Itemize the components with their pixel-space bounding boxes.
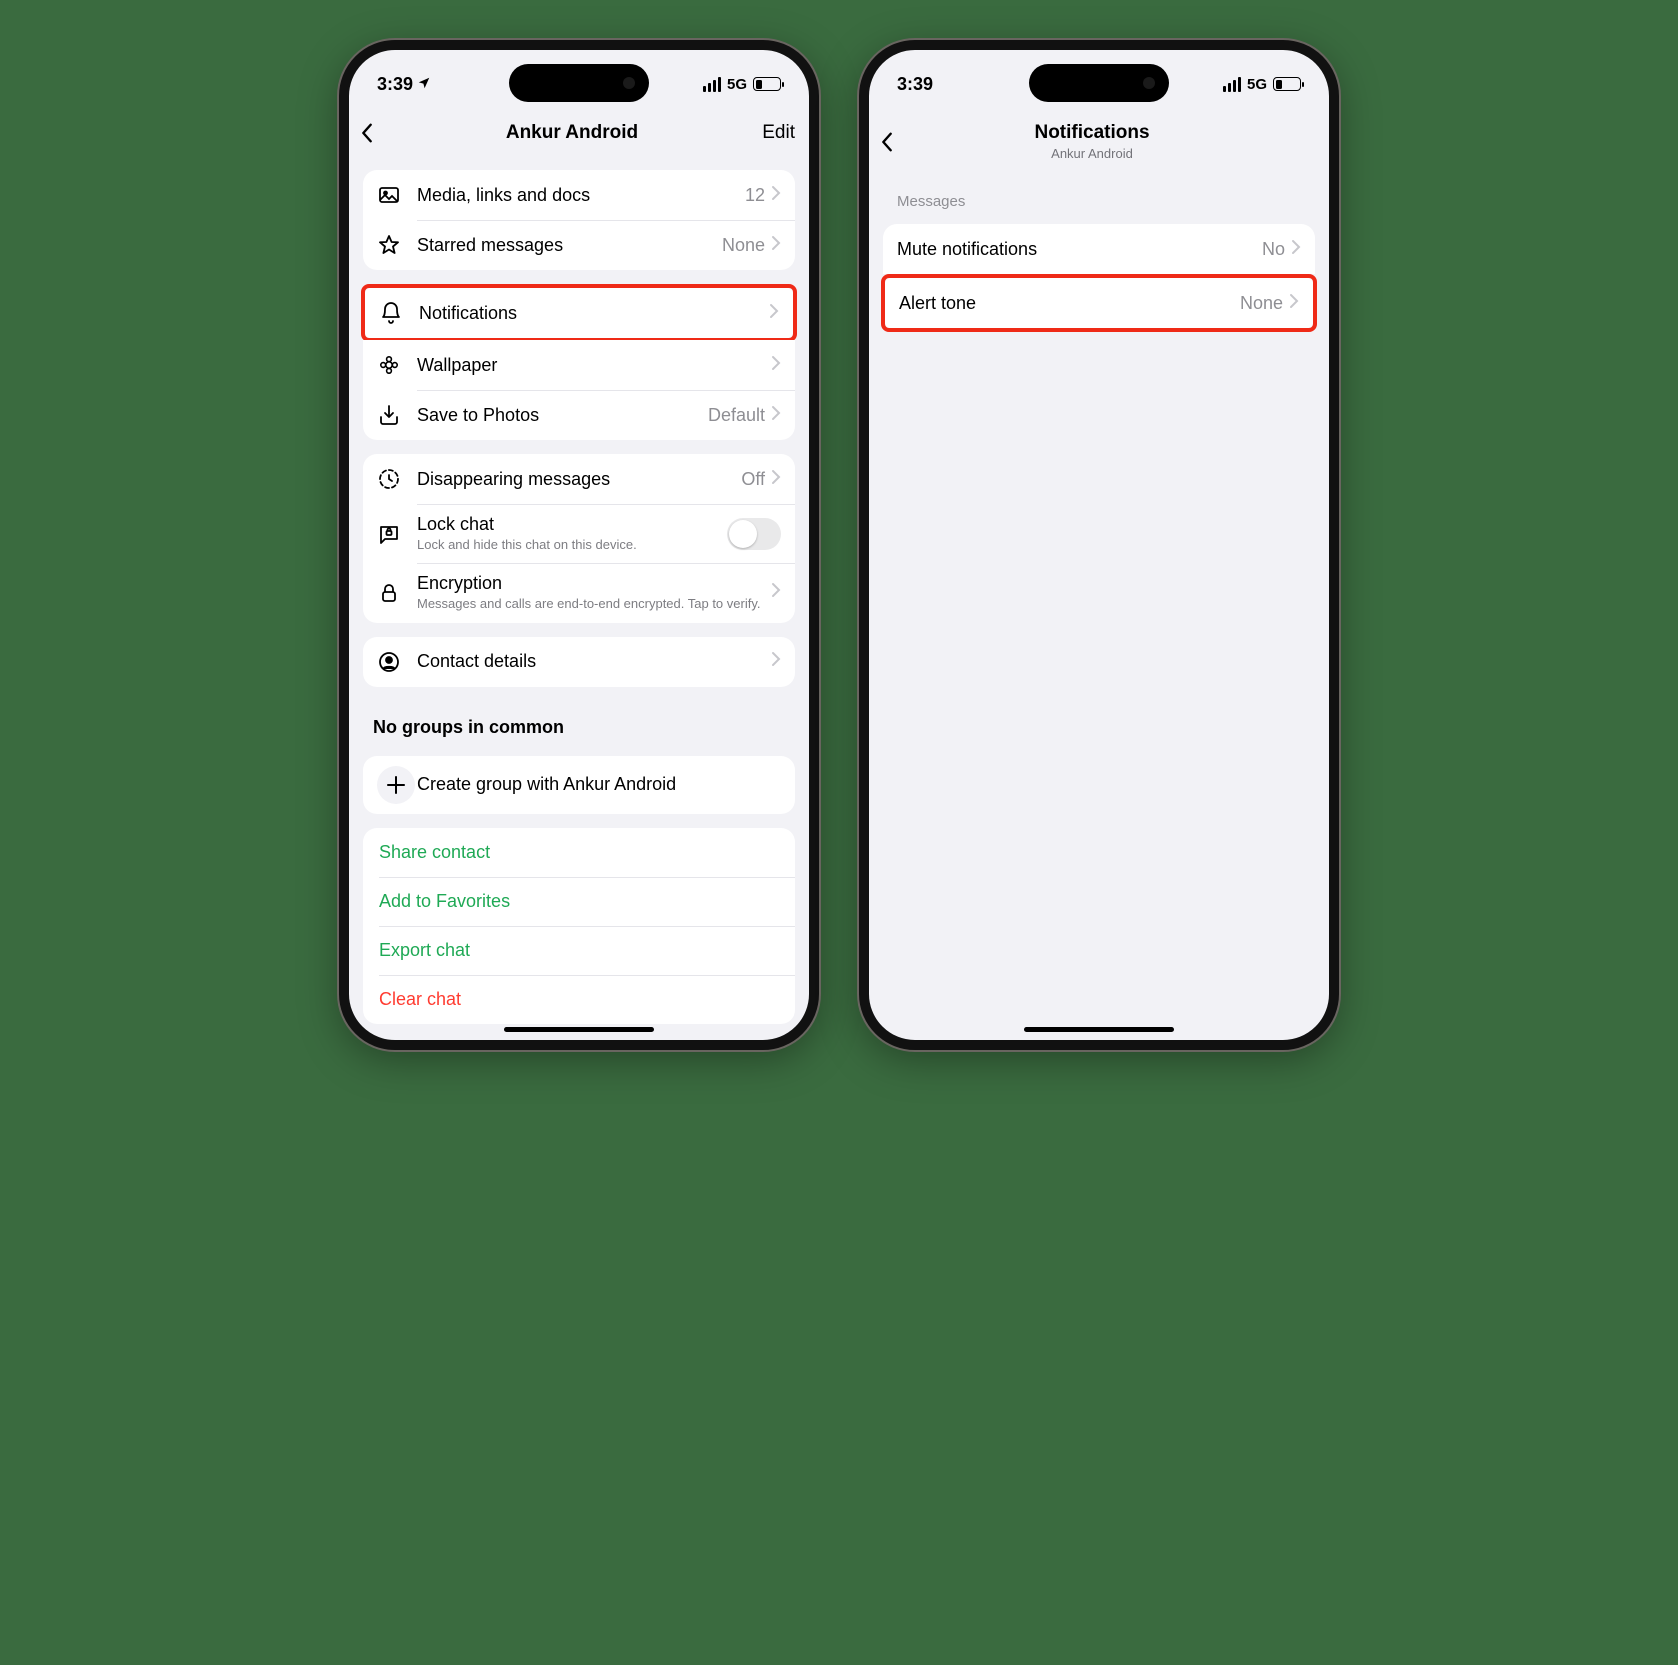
signal-icon bbox=[703, 77, 721, 92]
section-contact: Contact details bbox=[363, 637, 795, 687]
row-encryption[interactable]: Encryption Messages and calls are end-to… bbox=[363, 563, 795, 622]
row-label: Wallpaper bbox=[417, 355, 771, 376]
lock-chat-toggle[interactable] bbox=[727, 518, 781, 550]
chevron-right-icon bbox=[1291, 239, 1301, 260]
image-icon bbox=[377, 183, 417, 207]
dynamic-island bbox=[509, 64, 649, 102]
row-value: Default bbox=[708, 405, 765, 426]
row-notifications[interactable]: Notifications bbox=[365, 288, 793, 338]
contact-icon bbox=[377, 650, 417, 674]
row-subtitle: Messages and calls are end-to-end encryp… bbox=[417, 596, 771, 612]
highlight-notifications: Notifications bbox=[361, 284, 797, 342]
row-value: No bbox=[1262, 239, 1285, 260]
row-value: None bbox=[722, 235, 765, 256]
section-actions: Share contact Add to Favorites Export ch… bbox=[363, 828, 795, 1024]
chevron-right-icon bbox=[1289, 293, 1299, 314]
signal-icon bbox=[1223, 77, 1241, 92]
page-title: Notifications bbox=[919, 122, 1265, 144]
row-alert-tone[interactable]: Alert tone None bbox=[885, 278, 1313, 328]
chevron-right-icon bbox=[769, 303, 779, 324]
action-export-chat[interactable]: Export chat bbox=[363, 926, 795, 975]
chevron-right-icon bbox=[771, 235, 781, 256]
page-title-stack: Notifications Ankur Android bbox=[919, 122, 1265, 161]
row-label: Create group with Ankur Android bbox=[417, 774, 781, 795]
row-value: Off bbox=[741, 469, 765, 490]
groups-header: No groups in common bbox=[349, 701, 809, 746]
action-share-contact[interactable]: Share contact bbox=[363, 828, 795, 877]
timer-icon bbox=[377, 467, 417, 491]
bell-icon bbox=[379, 301, 419, 325]
section-privacy: Disappearing messages Off Lock chat Lock… bbox=[363, 454, 795, 623]
row-mute-notifications[interactable]: Mute notifications No bbox=[883, 224, 1315, 274]
lock-icon bbox=[377, 581, 417, 605]
row-save-to-photos[interactable]: Save to Photos Default bbox=[363, 390, 795, 440]
phone-right: 3:39 5G Notifications Ankur Android Mess… bbox=[859, 40, 1339, 1050]
action-block-contact-peek[interactable]: Block Ankur Android bbox=[349, 1038, 809, 1041]
network-type: 5G bbox=[1247, 76, 1267, 93]
page-title: Ankur Android bbox=[399, 122, 745, 144]
row-label: Mute notifications bbox=[897, 239, 1262, 260]
action-add-favorites[interactable]: Add to Favorites bbox=[363, 877, 795, 926]
battery-icon bbox=[1273, 77, 1301, 91]
row-label: Contact details bbox=[417, 651, 771, 672]
row-starred-messages[interactable]: Starred messages None bbox=[363, 220, 795, 270]
battery-icon bbox=[753, 77, 781, 91]
highlight-alert-tone: Alert tone None bbox=[881, 274, 1317, 332]
row-label: Lock chat Lock and hide this chat on thi… bbox=[417, 514, 727, 553]
edit-button[interactable]: Edit bbox=[745, 122, 795, 144]
page-subtitle: Ankur Android bbox=[919, 146, 1265, 161]
chevron-right-icon bbox=[771, 405, 781, 426]
download-icon bbox=[377, 403, 417, 427]
row-label: Starred messages bbox=[417, 235, 722, 256]
wallpaper-icon bbox=[377, 353, 417, 377]
row-contact-details[interactable]: Contact details bbox=[363, 637, 795, 687]
lock-chat-icon bbox=[377, 522, 417, 546]
back-button[interactable] bbox=[879, 131, 919, 153]
action-clear-chat[interactable]: Clear chat bbox=[363, 975, 795, 1024]
row-value: None bbox=[1240, 293, 1283, 314]
dynamic-island bbox=[1029, 64, 1169, 102]
chevron-right-icon bbox=[771, 355, 781, 376]
row-label: Media, links and docs bbox=[417, 185, 745, 206]
phone-left: 3:39 5G Ankur Android Edit Media, l bbox=[339, 40, 819, 1050]
chevron-right-icon bbox=[771, 469, 781, 490]
status-time: 3:39 bbox=[377, 74, 413, 95]
status-time: 3:39 bbox=[897, 74, 933, 95]
chevron-right-icon bbox=[771, 651, 781, 672]
network-type: 5G bbox=[727, 76, 747, 93]
back-button[interactable] bbox=[359, 122, 399, 144]
plus-icon bbox=[377, 766, 417, 804]
home-indicator[interactable] bbox=[504, 1027, 654, 1032]
row-label: Encryption Messages and calls are end-to… bbox=[417, 573, 771, 612]
section-media: Media, links and docs 12 Starred message… bbox=[363, 170, 795, 270]
section-header-messages: Messages bbox=[869, 177, 1329, 214]
row-create-group[interactable]: Create group with Ankur Android bbox=[363, 756, 795, 814]
row-label: Save to Photos bbox=[417, 405, 708, 426]
home-indicator[interactable] bbox=[1024, 1027, 1174, 1032]
row-label: Disappearing messages bbox=[417, 469, 741, 490]
nav-bar: Notifications Ankur Android bbox=[869, 108, 1329, 177]
row-lock-chat[interactable]: Lock chat Lock and hide this chat on thi… bbox=[363, 504, 795, 563]
section-message-notifications: Mute notifications No bbox=[883, 224, 1315, 274]
row-label: Notifications bbox=[419, 303, 769, 324]
row-subtitle: Lock and hide this chat on this device. bbox=[417, 537, 727, 553]
row-disappearing-messages[interactable]: Disappearing messages Off bbox=[363, 454, 795, 504]
chevron-right-icon bbox=[771, 582, 781, 603]
location-icon bbox=[417, 74, 431, 95]
row-label: Alert tone bbox=[899, 293, 1240, 314]
row-value: 12 bbox=[745, 185, 765, 206]
row-media-links-docs[interactable]: Media, links and docs 12 bbox=[363, 170, 795, 220]
section-create-group: Create group with Ankur Android bbox=[363, 756, 795, 814]
nav-bar: Ankur Android Edit bbox=[349, 108, 809, 160]
chevron-right-icon bbox=[771, 185, 781, 206]
star-icon bbox=[377, 233, 417, 257]
row-wallpaper[interactable]: Wallpaper bbox=[363, 340, 795, 390]
